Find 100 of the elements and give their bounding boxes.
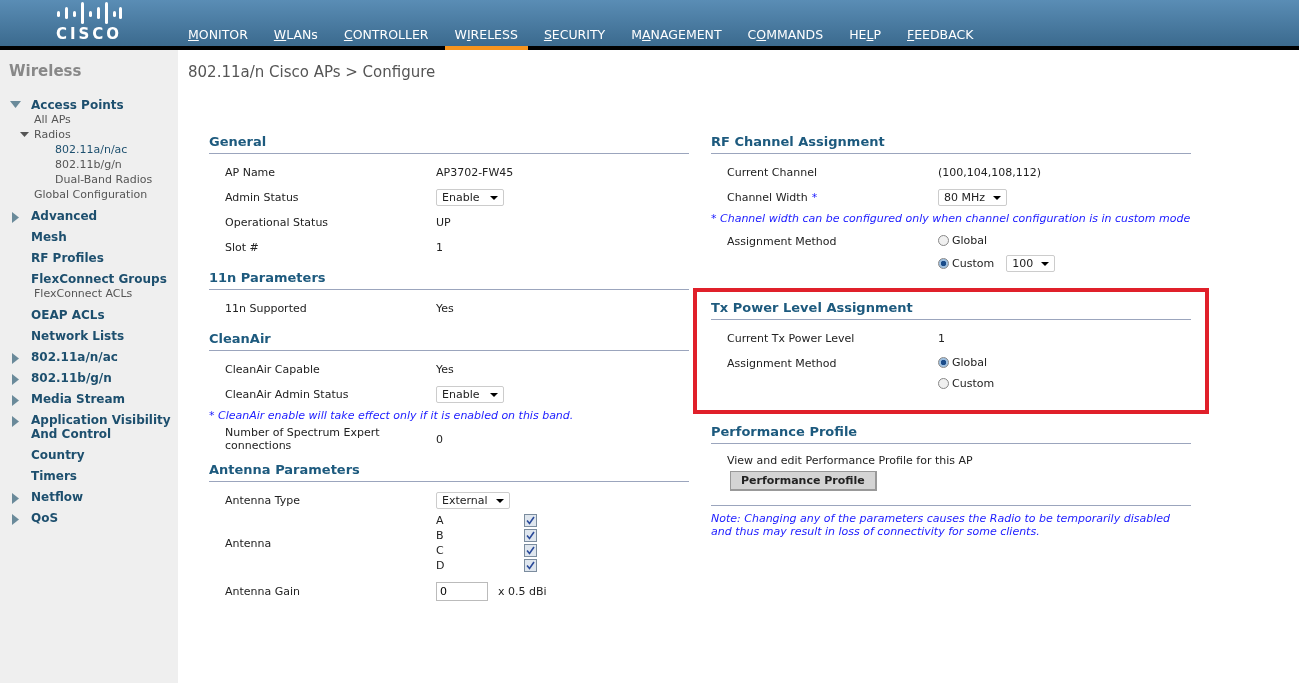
field-value: Yes [436,302,454,315]
checkbox[interactable] [524,529,537,542]
caret-icon [1041,261,1050,266]
expanded-triangle-icon[interactable] [10,101,21,108]
field-label: Slot # [225,241,259,254]
checkbox[interactable] [524,544,537,557]
sidebar-title: Wireless [8,62,83,80]
field-value: 0 [436,432,443,446]
collapsed-triangle-icon[interactable] [12,514,19,525]
nav-tab[interactable]: WIRELESS [444,27,528,50]
nav-tab[interactable]: FEEDBACK [897,27,984,50]
nav-tab[interactable]: HELP [839,27,891,50]
nav-tab[interactable]: MANAGEMENT [621,27,732,50]
radio-button[interactable] [938,378,949,389]
nav-tab[interactable]: CONTROLLER [333,27,439,50]
nav-tab[interactable]: MONITOR [178,27,258,50]
collapsed-triangle-icon[interactable] [12,353,19,364]
collapsed-triangle-icon[interactable] [12,493,19,504]
section-heading: 11n Parameters [209,270,327,285]
field-label: 11n Supported [225,302,307,315]
sidebar-item[interactable]: RF Profiles [31,251,176,265]
field-label: Antenna [225,536,272,550]
field-label: Admin Status [225,191,299,204]
sidebar-item[interactable]: Access Points [31,98,176,112]
radio-button[interactable] [938,258,949,269]
radio-label: Global [952,356,988,369]
sidebar-item[interactable]: Netflow [31,490,176,504]
sidebar-item[interactable]: 802.11a/n/ac [31,350,176,364]
dropdown[interactable]: Enable [436,189,504,206]
collapsed-triangle-icon[interactable] [12,374,19,385]
section-heading: RF Channel Assignment [711,134,886,149]
radio-button[interactable] [938,235,949,246]
sidebar-item[interactable]: Advanced [31,209,176,223]
sidebar-item[interactable]: Media Stream [31,392,176,406]
field-label: Antenna Gain [225,585,301,598]
antenna-label: B [436,529,445,542]
collapsed-triangle-icon[interactable] [12,416,19,427]
section-heading: General [209,134,268,149]
caret-icon [495,498,504,503]
caret-icon [490,195,498,200]
antenna-label: D [436,559,446,572]
nav-tab[interactable]: SECURITY [533,27,616,50]
section-heading: Performance Profile [711,424,859,439]
sidebar-item[interactable]: QoS [31,511,176,525]
field-value: (100,104,108,112) [938,166,1042,179]
note-text: * CleanAir enable will take effect only if it is enabled on this band. [209,408,575,424]
performance-profile-button[interactable]: Performance Profile [730,471,877,491]
sidebar-item[interactable]: Network Lists [31,329,176,343]
checkbox[interactable] [524,559,537,572]
required-marker: * [811,191,818,204]
sidebar-subitem[interactable]: Global Configuration [34,187,148,202]
sidebar-subitem[interactable]: 802.11b/g/n [55,158,122,171]
sidebar-subitem[interactable]: Dual-Band Radios [55,173,153,186]
sidebar-item[interactable]: FlexConnect Groups [31,272,176,286]
section-heading: CleanAir [209,331,272,346]
field-label: Operational Status [225,216,329,229]
sidebar-subitem[interactable]: 802.11a/n/ac [55,143,128,156]
sidebar-item[interactable]: 802.11b/g/n [31,371,176,385]
field-label: Number of Spectrum Expert connections [225,426,381,452]
collapsed-triangle-icon[interactable] [12,395,19,406]
dropdown[interactable]: Enable [436,386,504,403]
sidebar-subitem[interactable]: All APs [34,112,71,127]
bridge-bars-icon [56,2,122,24]
field-label: Current Channel [727,166,817,179]
page-title: 802.11a/n Cisco APs > Configure [188,63,437,81]
dropdown[interactable]: External [436,492,510,509]
radio-label: Custom [952,257,995,270]
section-heading: Antenna Parameters [209,462,361,477]
radio-label: Global [952,234,988,247]
sidebar-item[interactable]: Mesh [31,230,176,244]
checkbox[interactable] [524,514,537,527]
field-label: AP Name [225,166,276,179]
sidebar-item[interactable]: OEAP ACLs [31,308,176,322]
sidebar-item[interactable]: Country [31,448,176,462]
field-value: 1 [436,241,443,254]
field-value: Yes [436,363,454,376]
section-heading: Tx Power Level Assignment [711,300,914,315]
caret-icon [490,392,498,397]
nav-tab[interactable]: COMMANDS [737,27,834,50]
field-label: CleanAir Capable [225,363,320,376]
expanded-triangle-icon[interactable] [20,132,29,137]
radio-button[interactable] [938,357,949,368]
sidebar-item[interactable]: Application Visibility And Control [31,413,176,441]
nav-tab[interactable]: WLANs [263,27,328,50]
field-label: Current Tx Power Level [727,332,855,345]
field-value: UP [436,216,451,229]
collapsed-triangle-icon[interactable] [12,212,19,223]
note-text: Note: Changing any of the parameters causes the Radio to be temporarily disabled and thus may result in loss of connectivity for some clients. [711,505,1191,538]
logo-wordmark: CISCO [55,26,123,42]
field-label: Antenna Type [225,494,301,507]
description-text: View and edit Performance Profile for this AP [726,453,974,469]
input-field[interactable]: 0 [436,582,488,601]
sidebar-item[interactable]: Timers [31,469,176,483]
field-label: Channel Width [727,191,808,204]
caret-icon [993,195,1002,200]
dropdown[interactable]: 80 MHz [938,189,1008,206]
sidebar-subitem[interactable]: Radios [34,127,71,142]
field-value: AP3702-FW45 [436,166,514,179]
sidebar-subitem[interactable]: FlexConnect ACLs [34,286,133,301]
dropdown[interactable]: 100 [1006,255,1056,272]
